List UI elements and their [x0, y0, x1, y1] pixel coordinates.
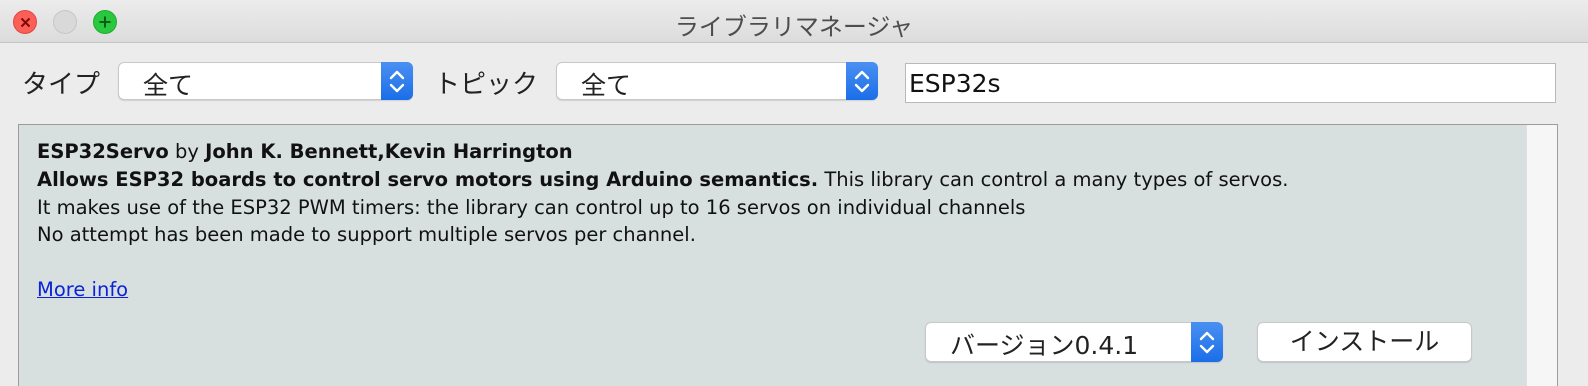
topic-filter-value: 全て: [581, 71, 632, 100]
chevron-updown-icon: [1199, 331, 1215, 354]
library-description-line-3: No attempt has been made to support mult…: [37, 223, 696, 246]
library-search-input[interactable]: [905, 63, 1556, 103]
library-summary-tail: This library can control a many types of…: [818, 168, 1289, 191]
list-scrollbar[interactable]: [1526, 125, 1557, 386]
topic-filter-arrow[interactable]: [846, 62, 878, 100]
more-info-link[interactable]: More info: [37, 278, 128, 301]
install-button[interactable]: インストール: [1257, 322, 1472, 362]
library-more-info-line: More info: [37, 278, 128, 301]
topic-filter-select[interactable]: 全て: [556, 62, 878, 100]
type-filter-value: 全て: [143, 71, 194, 100]
version-select[interactable]: バージョン0.4.1: [925, 322, 1223, 362]
title-bar[interactable]: ライブラリマネージャ: [0, 0, 1588, 43]
library-summary: Allows ESP32 boards to control servo mot…: [37, 168, 819, 191]
type-filter-select[interactable]: 全て: [118, 62, 413, 100]
type-filter-label: タイプ: [22, 70, 101, 100]
chevron-updown-icon: [389, 70, 405, 93]
version-select-value: バージョン0.4.1: [950, 331, 1139, 360]
type-filter-arrow[interactable]: [381, 62, 413, 100]
library-description-line-2: It makes use of the ESP32 PWM timers: th…: [37, 196, 1026, 219]
library-manager-window: ライブラリマネージャ タイプ 全て トピック 全て ESP32Servo by …: [0, 0, 1588, 386]
library-summary-line: Allows ESP32 boards to control servo mot…: [37, 168, 1288, 191]
library-by-text: by: [168, 140, 206, 163]
library-name: ESP32Servo: [37, 140, 169, 163]
library-authors: John K. Bennett,Kevin Harrington: [205, 140, 573, 163]
window-title: ライブラリマネージャ: [674, 13, 914, 41]
chevron-updown-icon: [854, 70, 870, 93]
version-select-arrow[interactable]: [1191, 322, 1223, 362]
library-header-line: ESP32Servo by John K. Bennett,Kevin Harr…: [37, 140, 573, 163]
topic-filter-label: トピック: [434, 70, 539, 100]
